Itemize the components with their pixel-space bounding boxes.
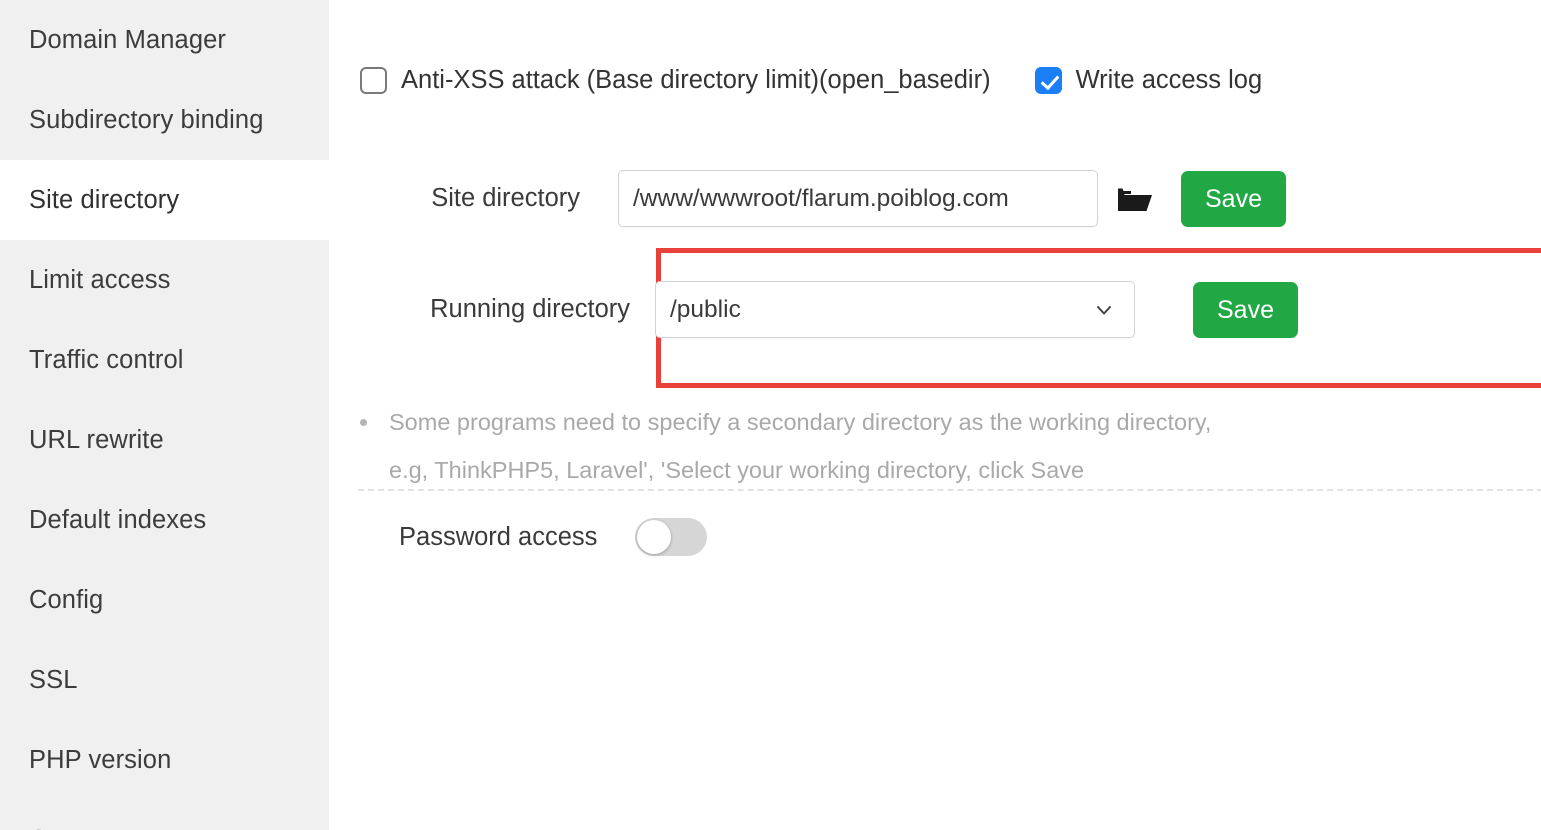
sidebar-item-label: Domain Manager: [29, 25, 226, 54]
sidebar-item-label: Config: [29, 585, 104, 614]
sidebar-item-limit-access[interactable]: Limit access: [0, 240, 329, 320]
site-directory-label: Site directory: [431, 184, 580, 212]
password-access-label: Password access: [399, 522, 598, 551]
sidebar: Domain Manager Subdirectory binding Site…: [0, 0, 329, 830]
site-directory-row: Site directory /www/wwwroot/flarum.poibl…: [360, 170, 1490, 227]
toggle-knob: [637, 520, 672, 554]
sidebar-item-label: SSL: [29, 665, 78, 694]
running-directory-save-button[interactable]: Save: [1193, 281, 1298, 338]
sidebar-item-label: Composer: [29, 826, 147, 830]
sidebar-item-label: Traffic control: [29, 345, 184, 374]
sidebar-item-site-directory[interactable]: Site directory: [0, 160, 329, 240]
main-content: Anti-XSS attack (Base directory limit)(o…: [329, 0, 1541, 830]
sidebar-item-php-version[interactable]: PHP version: [0, 720, 329, 800]
sidebar-item-default-indexes[interactable]: Default indexes: [0, 480, 329, 560]
sidebar-item-label: Limit access: [29, 265, 171, 294]
options-checkbox-row: Anti-XSS attack (Base directory limit)(o…: [360, 66, 1262, 95]
section-divider: [358, 489, 1541, 491]
site-directory-panel: Domain Manager Subdirectory binding Site…: [0, 0, 1541, 830]
hint-line-2: e.g, ThinkPHP5, Laravel', 'Select your w…: [389, 457, 1085, 483]
sidebar-item-label: PHP version: [29, 745, 172, 774]
chevron-down-icon: [1094, 300, 1114, 320]
sidebar-item-ssl[interactable]: SSL: [0, 640, 329, 720]
sidebar-item-domain-manager[interactable]: Domain Manager: [0, 0, 329, 80]
running-directory-row: Running directory /public Save: [360, 281, 1490, 338]
sidebar-item-composer[interactable]: Composer: [0, 800, 329, 830]
sidebar-item-subdirectory-binding[interactable]: Subdirectory binding: [0, 80, 329, 160]
anti-xss-checkbox[interactable]: [360, 67, 387, 94]
password-access-row: Password access: [399, 518, 708, 556]
running-directory-value: /public: [670, 295, 741, 323]
write-access-log-checkbox[interactable]: [1034, 67, 1062, 94]
bullet-icon: [360, 419, 367, 426]
sidebar-item-config[interactable]: Config: [0, 560, 329, 640]
site-directory-input[interactable]: /www/wwwroot/flarum.poiblog.com: [618, 170, 1098, 227]
write-access-log-checkbox-group[interactable]: Write access log: [1034, 66, 1263, 95]
anti-xss-label: Anti-XSS attack (Base directory limit)(o…: [401, 66, 991, 94]
sidebar-item-label: Site directory: [29, 185, 180, 214]
folder-open-icon[interactable]: [1115, 179, 1155, 219]
hint-line-1: Some programs need to specify a secondar…: [389, 409, 1212, 435]
sidebar-item-url-rewrite[interactable]: URL rewrite: [0, 400, 329, 480]
site-directory-save-button[interactable]: Save: [1181, 170, 1286, 227]
sidebar-item-label: Default indexes: [29, 505, 207, 534]
hint-item: Some programs need to specify a secondar…: [360, 398, 1350, 446]
hint-item-continued: e.g, ThinkPHP5, Laravel', 'Select your w…: [360, 446, 1350, 494]
sidebar-item-label: Subdirectory binding: [29, 105, 264, 134]
write-access-log-label: Write access log: [1075, 66, 1263, 94]
sidebar-item-traffic-control[interactable]: Traffic control: [0, 320, 329, 400]
sidebar-item-label: URL rewrite: [29, 425, 164, 454]
password-access-toggle[interactable]: [635, 518, 708, 556]
running-directory-label: Running directory: [430, 295, 630, 323]
anti-xss-checkbox-group[interactable]: Anti-XSS attack (Base directory limit)(o…: [360, 66, 991, 95]
running-directory-select[interactable]: /public: [655, 281, 1135, 338]
hint-list: Some programs need to specify a secondar…: [360, 398, 1350, 494]
